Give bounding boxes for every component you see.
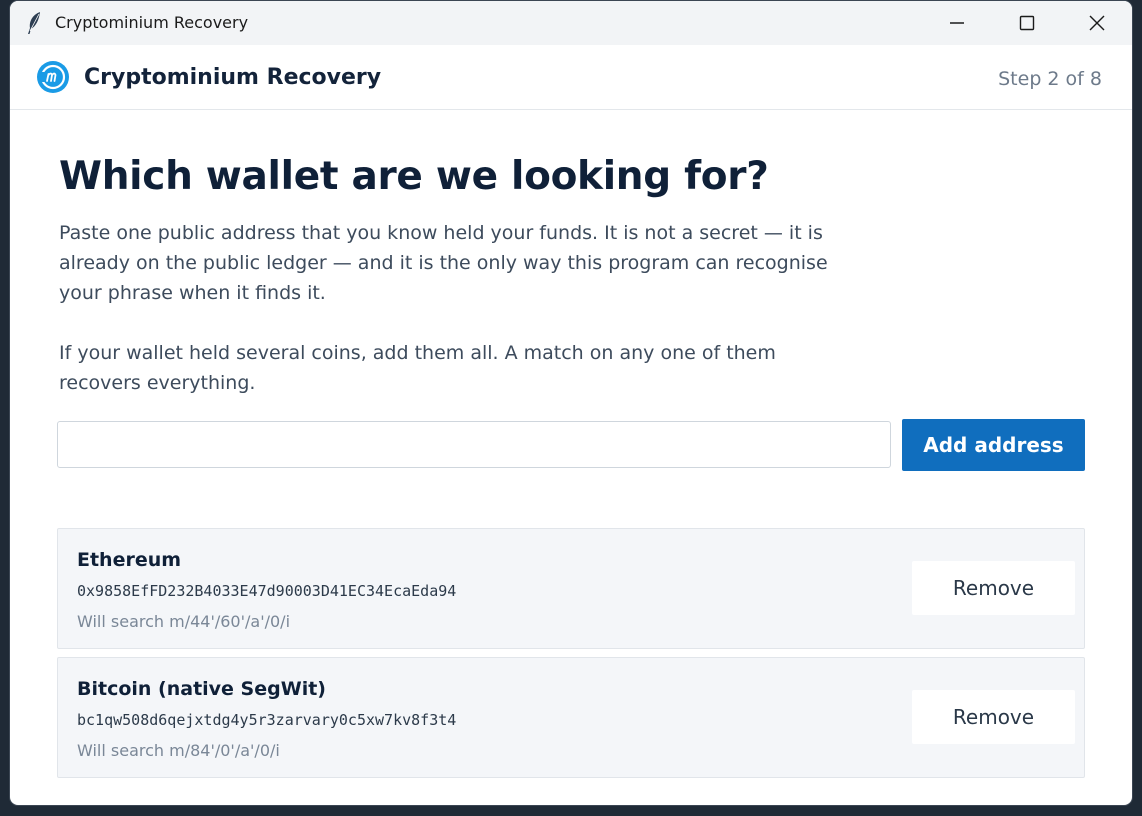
add-address-button[interactable]: Add address	[902, 419, 1085, 471]
coin-name: Ethereum	[77, 549, 182, 571]
close-icon	[1089, 15, 1105, 31]
intro-paragraph: Paste one public address that you know h…	[59, 222, 828, 304]
remove-button[interactable]: Remove	[912, 561, 1075, 615]
app-header: Cryptominium Recovery Step 2 of 8	[10, 45, 1132, 110]
derivation-path: Will search m/84'/0'/a'/0/i	[77, 741, 280, 760]
close-button[interactable]	[1062, 1, 1132, 45]
app-window: Cryptominium Recovery Cryptominium Recov…	[10, 1, 1132, 805]
remove-button[interactable]: Remove	[912, 690, 1075, 744]
title-bar[interactable]: Cryptominium Recovery	[10, 1, 1132, 45]
minimize-button[interactable]	[922, 1, 992, 45]
address-input[interactable]	[57, 421, 891, 468]
coin-name: Bitcoin (native SegWit)	[77, 678, 326, 700]
coin-address: bc1qw508d6qejxtdg4y5r3zarvary0c5xw7kv8f3…	[77, 711, 457, 729]
address-card: Ethereum 0x9858EfFD232B4033E47d90003D41E…	[57, 528, 1085, 649]
maximize-button[interactable]	[992, 1, 1062, 45]
app-title: Cryptominium Recovery	[84, 65, 382, 90]
window-title: Cryptominium Recovery	[55, 13, 249, 32]
page-heading: Which wallet are we looking for?	[59, 154, 769, 199]
address-card: Bitcoin (native SegWit) bc1qw508d6qejxtd…	[57, 657, 1085, 778]
cryptominium-logo	[37, 61, 69, 93]
maximize-icon	[1019, 15, 1035, 31]
feather-icon	[28, 12, 40, 34]
minimize-icon	[950, 22, 964, 24]
coin-address: 0x9858EfFD232B4033E47d90003D41EC34EcaEda…	[77, 582, 457, 600]
derivation-path: Will search m/44'/60'/a'/0/i	[77, 612, 291, 631]
step-indicator: Step 2 of 8	[998, 68, 1102, 90]
multi-coin-paragraph: If your wallet held several coins, add t…	[59, 342, 776, 394]
